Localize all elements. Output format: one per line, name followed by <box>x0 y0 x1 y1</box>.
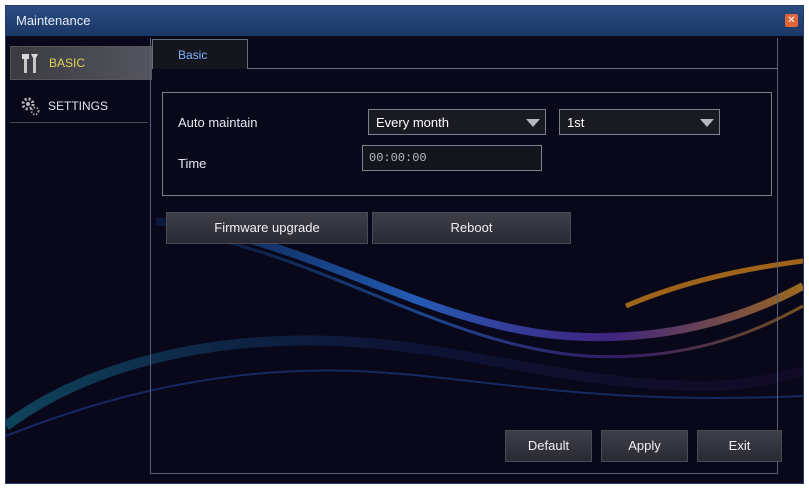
exit-button[interactable]: Exit <box>697 430 782 462</box>
time-label: Time <box>178 156 207 171</box>
apply-button[interactable]: Apply <box>601 430 688 462</box>
tab-basic[interactable]: Basic <box>152 39 248 69</box>
window-title: Maintenance <box>16 13 91 28</box>
chevron-down-icon <box>700 119 714 127</box>
auto-maintain-label: Auto maintain <box>178 115 258 130</box>
title-bar: Maintenance ✕ <box>6 6 803 36</box>
tab-divider <box>248 68 778 69</box>
sidebar-item-basic[interactable]: BASIC <box>10 46 152 80</box>
time-value: 00:00:00 <box>369 151 427 165</box>
chevron-down-icon <box>526 119 540 127</box>
maintenance-settings-group <box>162 92 772 196</box>
auto-maintain-value: Every month <box>376 115 449 130</box>
default-button[interactable]: Default <box>505 430 592 462</box>
gear-icon <box>16 94 44 118</box>
sidebar-item-label: SETTINGS <box>48 99 109 113</box>
sidebar-item-settings[interactable]: SETTINGS <box>10 90 148 123</box>
close-icon[interactable]: ✕ <box>785 14 798 27</box>
time-input[interactable]: 00:00:00 <box>362 145 542 171</box>
sidebar-item-label: BASIC <box>49 56 86 70</box>
day-select[interactable]: 1st <box>559 109 720 135</box>
tools-icon <box>17 51 45 75</box>
reboot-button[interactable]: Reboot <box>372 212 571 244</box>
auto-maintain-select[interactable]: Every month <box>368 109 546 135</box>
firmware-upgrade-button[interactable]: Firmware upgrade <box>166 212 368 244</box>
tab-label: Basic <box>178 48 208 62</box>
day-value: 1st <box>567 115 585 130</box>
